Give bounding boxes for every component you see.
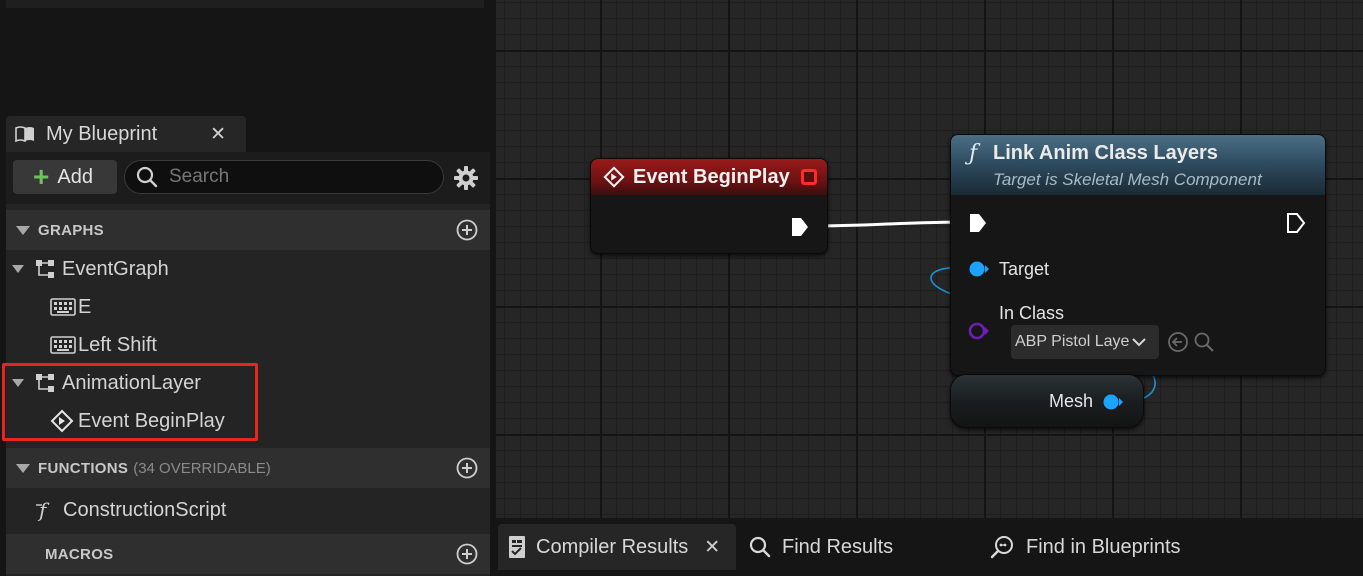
section-functions-count: (34 OVERRIDABLE) — [133, 459, 271, 477]
function-icon: ƒ — [969, 141, 978, 166]
tree-item-event-graph[interactable]: EventGraph — [6, 250, 490, 288]
mesh-node-label: Mesh — [1049, 391, 1094, 411]
in-class-combo[interactable]: ABP Pistol Layer — [1011, 325, 1159, 359]
collapse-arrow-icon — [12, 265, 24, 273]
browse-asset-icon[interactable] — [1193, 331, 1215, 353]
event-begin-play-node[interactable]: Event BeginPlay — [590, 158, 828, 254]
target-pin-label: Target — [999, 259, 1050, 279]
tab-compiler-results[interactable]: Compiler Results ✕ — [498, 524, 736, 570]
use-selected-asset-icon[interactable] — [1167, 331, 1189, 353]
collapse-arrow-icon — [16, 463, 30, 473]
exec-out-pin[interactable] — [789, 215, 811, 239]
event-marker-icon — [801, 169, 817, 185]
find-in-blueprints-icon — [990, 536, 1013, 559]
tab-find-results[interactable]: Find Results — [746, 524, 946, 570]
tree-item-construction-script[interactable]: f ConstructionScript — [6, 491, 490, 529]
search-icon — [136, 166, 158, 188]
func-node-header: ƒ Link Anim Class Layers Target is Skele… — [951, 135, 1325, 195]
mesh-out-pin[interactable] — [1101, 392, 1125, 412]
exec-in-pin[interactable] — [967, 211, 989, 235]
add-graph-icon[interactable] — [456, 219, 478, 241]
bottom-tab-bar: Compiler Results ✕ Find Results Find in … — [496, 518, 1363, 576]
chevron-down-icon — [1132, 338, 1146, 347]
func-node-subtitle: Target is Skeletal Mesh Component — [993, 170, 1262, 189]
tree-item-key-e-label: E — [78, 295, 92, 318]
func-node-title: Link Anim Class Layers — [993, 142, 1218, 164]
tree-item-event-graph-label: EventGraph — [62, 257, 169, 280]
search-box[interactable] — [124, 160, 444, 194]
gear-icon[interactable] — [453, 165, 479, 191]
section-macros[interactable]: MACROS — [6, 534, 490, 574]
add-macro-icon[interactable] — [456, 543, 478, 565]
search-input[interactable] — [169, 163, 429, 191]
event-icon — [603, 166, 625, 188]
blueprint-graph-canvas[interactable]: Event BeginPlay ƒ Link Anim Class Layers… — [496, 0, 1363, 518]
tree-item-left-shift-label: Left Shift — [78, 333, 157, 356]
selection-highlight-box — [2, 363, 258, 441]
collapse-arrow-icon — [16, 225, 30, 235]
graph-icon — [34, 258, 56, 280]
link-anim-class-layers-node[interactable]: ƒ Link Anim Class Layers Target is Skele… — [950, 134, 1326, 376]
function-icon: f — [34, 498, 58, 522]
panel-toolbar: + Add — [6, 152, 490, 204]
search-icon — [749, 536, 771, 558]
tree-item-construction-script-label: ConstructionScript — [63, 498, 227, 521]
keyboard-icon — [50, 335, 76, 355]
tab-find-in-blueprints-label: Find in Blueprints — [1026, 535, 1181, 558]
section-graphs-label: GRAPHS — [38, 221, 104, 239]
target-pin[interactable] — [967, 259, 991, 279]
tab-compiler-results-label: Compiler Results — [536, 535, 689, 558]
tab-my-blueprint-label: My Blueprint — [46, 122, 158, 145]
tab-my-blueprint[interactable]: My Blueprint ✕ — [6, 116, 246, 152]
event-node-title: Event BeginPlay — [633, 165, 790, 188]
panel-tab-strip: My Blueprint ✕ — [0, 108, 496, 152]
details-area-top — [0, 0, 496, 108]
section-functions-label: FUNCTIONS — [38, 459, 129, 477]
plus-icon: + — [33, 161, 50, 192]
tab-find-results-label: Find Results — [782, 535, 894, 558]
book-icon — [14, 125, 36, 143]
mesh-variable-node[interactable]: Mesh — [950, 374, 1144, 428]
keyboard-icon — [50, 297, 76, 317]
in-class-pin[interactable] — [967, 321, 991, 341]
svg-text:f: f — [37, 498, 50, 522]
event-node-header: Event BeginPlay — [591, 159, 827, 195]
add-button-label: Add — [57, 165, 93, 188]
details-area-strip — [6, 0, 484, 8]
in-class-pin-label: In Class — [999, 303, 1065, 323]
exec-out-pin[interactable] — [1285, 211, 1307, 235]
section-graphs[interactable]: GRAPHS — [6, 210, 490, 250]
tab-find-in-blueprints[interactable]: Find in Blueprints — [988, 524, 1228, 570]
tab-close-button[interactable]: ✕ — [704, 536, 720, 559]
add-function-icon[interactable] — [456, 457, 478, 479]
section-macros-label: MACROS — [45, 545, 114, 563]
tree-item-key-e[interactable]: E — [6, 288, 490, 326]
section-functions[interactable]: FUNCTIONS (34 OVERRIDABLE) — [6, 448, 490, 488]
compiler-results-icon — [509, 536, 525, 558]
add-button[interactable]: + Add — [13, 160, 117, 194]
tab-close-button[interactable]: ✕ — [210, 123, 226, 146]
in-class-combo-value: ABP Pistol Layer — [1015, 333, 1129, 350]
tree-item-left-shift[interactable]: Left Shift — [6, 326, 490, 364]
